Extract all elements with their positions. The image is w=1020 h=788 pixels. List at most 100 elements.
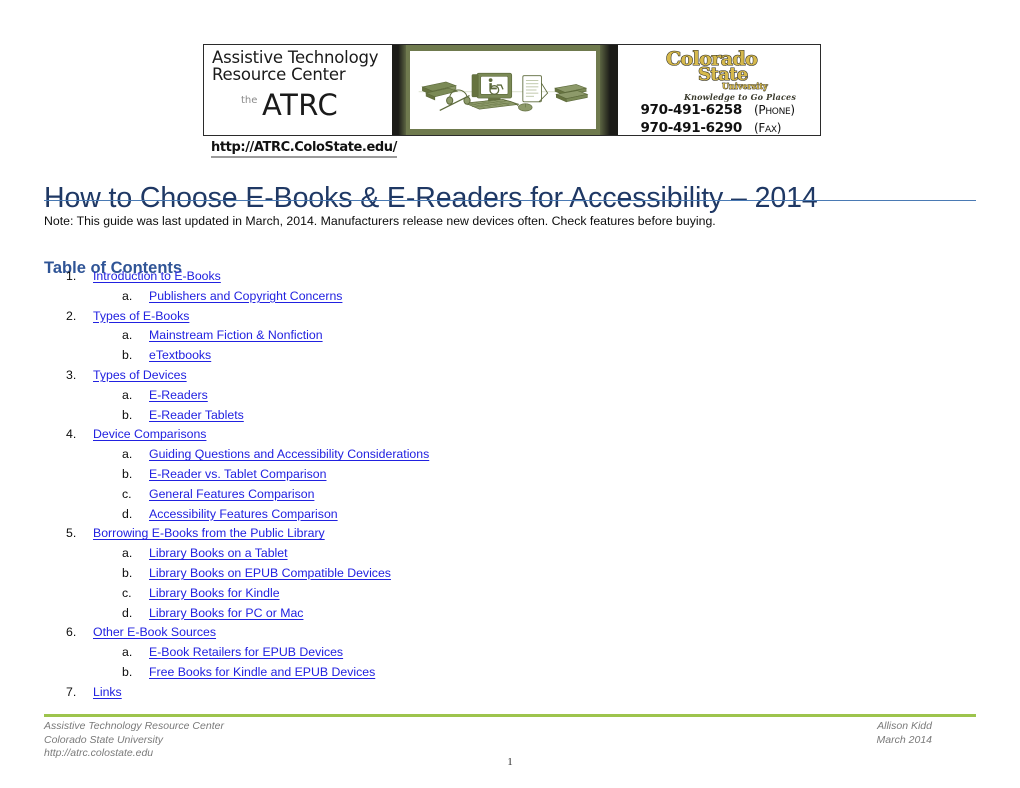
toc-item-link[interactable]: E-Reader vs. Tablet Comparison	[149, 467, 326, 481]
toc-item: b. Free Books for Kindle and EPUB Devices	[44, 665, 964, 685]
assistive-technology-devices-illustration	[410, 51, 596, 129]
toc-item-link[interactable]: Borrowing E-Books from the Public Librar…	[93, 526, 325, 540]
toc-item-marker: c.	[122, 486, 132, 501]
toc-item: 1. Introduction to E-Books	[44, 269, 964, 289]
toc-item-link[interactable]: Links	[93, 685, 122, 699]
toc-item: c. Library Books for Kindle	[44, 586, 964, 606]
fax-label: (FAX)	[754, 120, 782, 135]
toc-item: 5. Borrowing E-Books from the Public Libr…	[44, 526, 964, 546]
footer-date: March 2014	[876, 733, 932, 746]
phone-label: (PHONE)	[754, 103, 795, 117]
toc-item-link[interactable]: Other E-Book Sources	[93, 625, 216, 639]
toc-item-link[interactable]: eTextbooks	[149, 348, 211, 362]
page-title: How to Choose E-Books & E-Readers for Ac…	[44, 182, 818, 215]
toc-item-link[interactable]: Device Comparisons	[93, 427, 206, 441]
toc-item-marker: b.	[122, 407, 133, 422]
toc-item-link[interactable]: Types of Devices	[93, 368, 187, 382]
phone-number: 970-491-6258	[640, 102, 742, 118]
atrc-banner: Assistive Technology Resource Center the…	[203, 44, 821, 158]
toc-item: a. E-Book Retailers for EPUB Devices	[44, 645, 964, 665]
toc-item: 4. Device Comparisons	[44, 427, 964, 447]
toc-item-link[interactable]: E-Reader Tablets	[149, 408, 244, 422]
toc-item-marker: 6.	[66, 625, 77, 640]
toc-item-link[interactable]: Mainstream Fiction & Nonfiction	[149, 328, 323, 342]
toc-item-marker: a.	[122, 645, 133, 660]
banner-divider-right	[600, 45, 618, 135]
document-page: Assistive Technology Resource Center the…	[0, 0, 1020, 788]
toc-item: a. E-Readers	[44, 388, 964, 408]
toc-item-link[interactable]: Types of E-Books	[93, 309, 189, 323]
banner-illustration-panel	[406, 45, 600, 135]
update-note: Note: This guide was last updated in Mar…	[44, 214, 716, 228]
toc-item-marker: 4.	[66, 427, 77, 442]
toc-item: b. eTextbooks	[44, 348, 964, 368]
toc-item-link[interactable]: Accessibility Features Comparison	[149, 507, 338, 521]
toc-item-link[interactable]: Library Books for PC or Mac	[149, 606, 303, 620]
footer-right-block: Allison Kidd March 2014	[877, 720, 932, 747]
toc-item: 6. Other E-Book Sources	[44, 625, 964, 645]
toc-item-marker: d.	[122, 506, 133, 521]
toc-item-marker: 3.	[66, 367, 77, 382]
toc-item: d. Library Books for PC or Mac	[44, 606, 964, 626]
toc-item: d. Accessibility Features Comparison	[44, 507, 964, 527]
toc-item-marker: 1.	[66, 269, 77, 283]
toc-item-link[interactable]: Guiding Questions and Accessibility Cons…	[149, 447, 429, 461]
toc-item-marker: c.	[122, 585, 132, 600]
toc-item-marker: 2.	[66, 308, 77, 323]
phone-row: 970-491-6258 (PHONE)	[624, 102, 820, 121]
toc-item-marker: b.	[122, 664, 133, 679]
csu-logo-block: Colorado State University Knowledge to G…	[618, 45, 820, 135]
fax-row: 970-491-6290 (FAX)	[624, 119, 820, 135]
toc-item: a. Library Books on a Tablet	[44, 546, 964, 566]
footer-author: Allison Kidd	[877, 720, 932, 732]
toc-item: a. Publishers and Copyright Concerns	[44, 289, 964, 309]
title-divider	[44, 200, 976, 201]
atrc-acronym: ATRC	[262, 88, 339, 122]
footer-university: Colorado State University	[44, 733, 164, 746]
atrc-the-label: the	[241, 95, 258, 106]
toc-item: a. Mainstream Fiction & Nonfiction	[44, 328, 964, 348]
toc-item-marker: a.	[122, 328, 133, 343]
toc-item-marker: b.	[122, 466, 133, 481]
toc-item-marker: 5.	[66, 526, 77, 541]
footer-left-block: Assistive Technology Resource Center Col…	[44, 720, 224, 761]
toc-item-link[interactable]: Library Books for Kindle	[149, 586, 280, 600]
toc-item-marker: a.	[122, 546, 133, 561]
toc-item-link[interactable]: E-Readers	[149, 388, 208, 402]
toc-item-link[interactable]: Introduction to E-Books	[93, 269, 221, 283]
toc-item: b. E-Reader vs. Tablet Comparison	[44, 467, 964, 487]
atrc-logo-block: Assistive Technology Resource Center the…	[204, 45, 392, 135]
toc-item-link[interactable]: Library Books on EPUB Compatible Devices	[149, 566, 391, 580]
toc-item-marker: 7.	[66, 684, 77, 699]
atrc-name-line2: Resource Center	[212, 65, 346, 84]
csu-contact-block: 970-491-6258 (PHONE) 970-491-6290 (FAX)	[624, 102, 820, 135]
csu-tagline: Knowledge to Go Places	[683, 92, 797, 102]
toc-item: 7. Links	[44, 685, 964, 705]
toc-item-marker: a.	[122, 288, 133, 303]
page-footer: Assistive Technology Resource Center Col…	[44, 720, 976, 768]
svg-text:University: University	[722, 81, 768, 91]
toc-item-link[interactable]: General Features Comparison	[149, 487, 314, 501]
toc-item-link[interactable]: Free Books for Kindle and EPUB Devices	[149, 665, 375, 679]
page-number: 1	[507, 756, 513, 768]
toc-item-marker: a.	[122, 387, 133, 402]
toc-item: 2. Types of E-Books	[44, 309, 964, 329]
toc-item-link[interactable]: Publishers and Copyright Concerns	[149, 289, 342, 303]
table-of-contents-list: 1. Introduction to E-Books a. Publishers an…	[44, 269, 964, 705]
footer-org-name: Assistive Technology Resource Center	[44, 720, 224, 732]
toc-item-marker: b.	[122, 565, 133, 580]
toc-item: c. General Features Comparison	[44, 487, 964, 507]
footer-divider	[44, 714, 976, 717]
colorado-state-university-logo: Colorado State University	[665, 47, 768, 91]
toc-item: 3. Types of Devices	[44, 368, 964, 388]
toc-item-marker: d.	[122, 605, 133, 620]
atrc-website-url[interactable]: http://ATRC.ColoState.edu/	[211, 140, 397, 158]
toc-item-marker: b.	[122, 348, 133, 363]
atrc-name-line1: Assistive Technology	[212, 48, 379, 67]
fax-number: 970-491-6290	[640, 119, 742, 135]
toc-item-link[interactable]: Library Books on a Tablet	[149, 546, 288, 560]
toc-item: b. Library Books on EPUB Compatible Devic…	[44, 566, 964, 586]
banner-divider-left	[392, 45, 406, 135]
toc-item: b. E-Reader Tablets	[44, 408, 964, 428]
toc-item-link[interactable]: E-Book Retailers for EPUB Devices	[149, 645, 343, 659]
